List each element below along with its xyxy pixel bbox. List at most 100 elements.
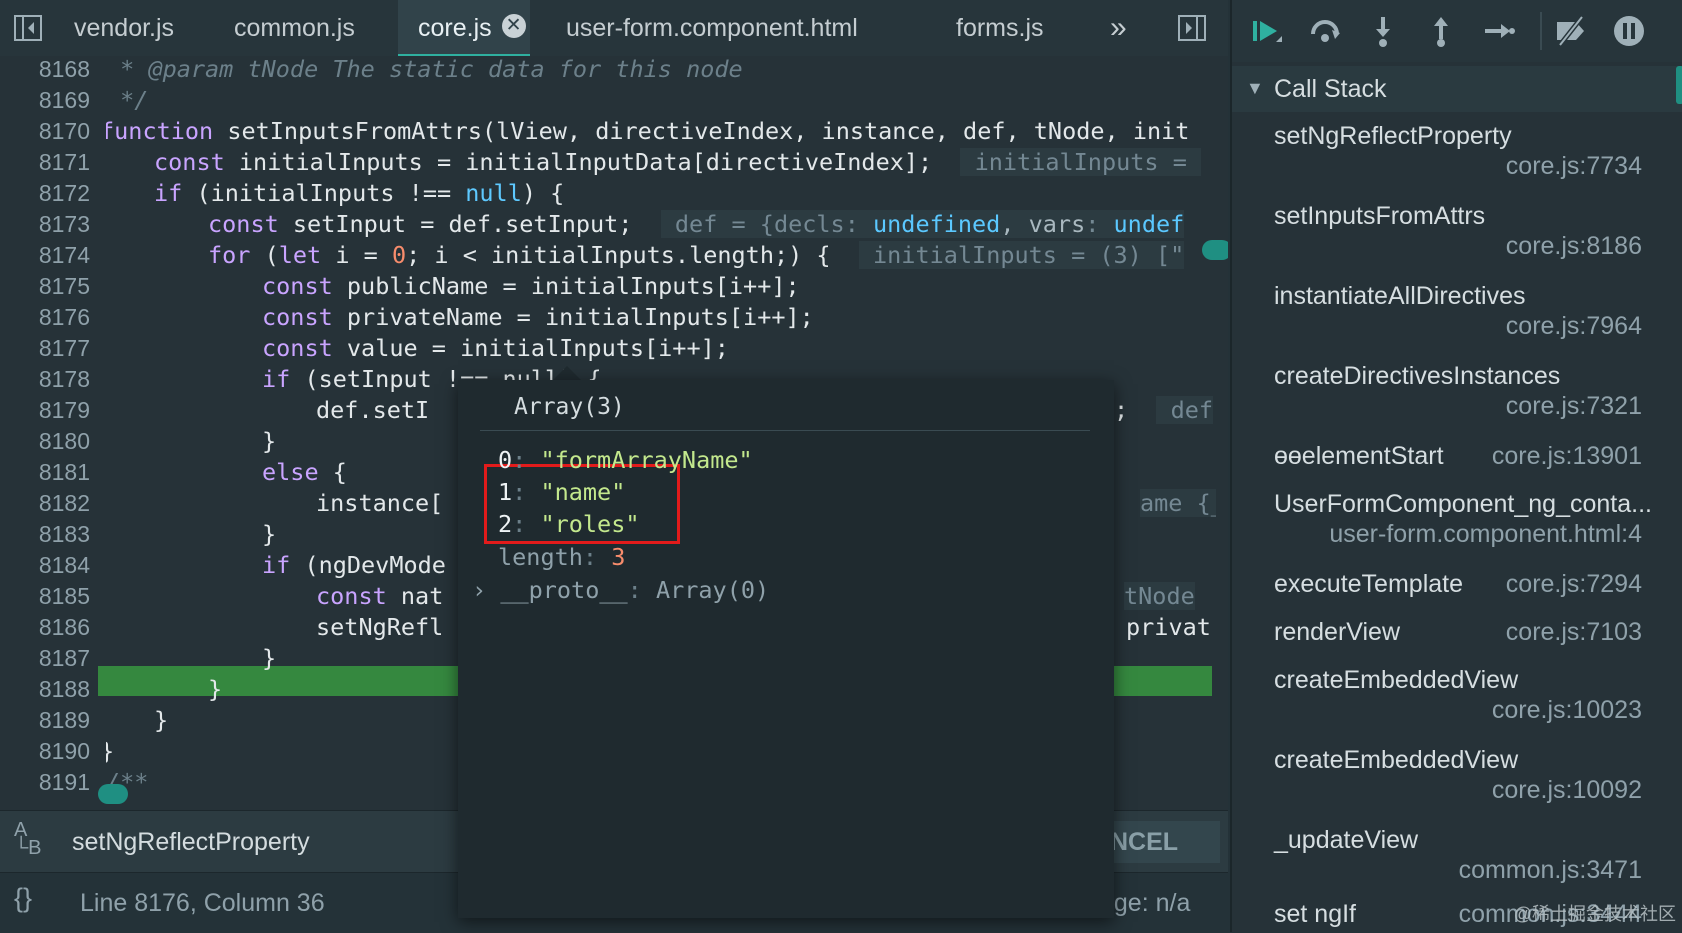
divider xyxy=(480,430,1090,431)
array-item[interactable]: 0: "formArrayName" xyxy=(498,446,753,474)
inline-value: def xyxy=(1156,396,1214,424)
frame-location: core.js:7964 xyxy=(1505,312,1642,340)
frame-name: createEmbeddedView xyxy=(1274,746,1519,774)
line-number[interactable]: 8179 xyxy=(0,397,90,424)
item-value: "formArrayName" xyxy=(540,446,753,474)
step-out-icon[interactable] xyxy=(1424,14,1458,48)
frame-name: createDirectivesInstances xyxy=(1274,362,1561,390)
code-text: setInputsFromAttrs(lView, directiveIndex… xyxy=(213,117,1190,145)
line-number[interactable]: 8170 xyxy=(0,118,90,145)
inline-value-text: def = {decls xyxy=(660,210,845,238)
line-number[interactable]: 8181 xyxy=(0,459,90,486)
line-number[interactable]: 8191 xyxy=(0,769,90,796)
inline-value: tNode xyxy=(1124,582,1195,610)
line-number[interactable]: 8189 xyxy=(0,707,90,734)
keyword: const xyxy=(262,334,333,362)
code-line-tail: ame {_pa xyxy=(1140,488,1216,519)
case-sensitive-icon[interactable]: A └B xyxy=(14,820,42,858)
line-number[interactable]: 8182 xyxy=(0,490,90,517)
pretty-print-icon[interactable]: {} xyxy=(14,883,32,914)
line-number-gutter[interactable]: 8168 8169 8170 8171 8172 8173 8174 8175 … xyxy=(0,56,96,810)
code-line: } xyxy=(262,519,276,550)
pause-on-exceptions-icon[interactable] xyxy=(1612,14,1646,48)
code-line-tail: ; def xyxy=(1114,395,1214,426)
inline-value-text: , vars xyxy=(1000,210,1086,238)
code-line: if (initialInputs !== null) { xyxy=(154,178,564,209)
array-item[interactable]: 2: "roles" xyxy=(498,510,640,538)
line-number[interactable]: 8183 xyxy=(0,521,90,548)
call-stack-title: Call Stack xyxy=(1274,75,1387,103)
line-number[interactable]: 8180 xyxy=(0,428,90,455)
item-key: 2 xyxy=(498,510,513,538)
line-number[interactable]: 8184 xyxy=(0,552,90,579)
debugger-panel: ▼ Call Stack setNgReflectProperty core.j… xyxy=(1230,0,1682,932)
frame-name: instantiateAllDirectives xyxy=(1274,282,1526,310)
step-into-icon[interactable] xyxy=(1366,14,1400,48)
line-number[interactable]: 8186 xyxy=(0,614,90,641)
tab-common-js[interactable]: common.js xyxy=(216,0,394,56)
line-number[interactable]: 8175 xyxy=(0,273,90,300)
code-text: } xyxy=(262,520,277,548)
deactivate-breakpoints-icon[interactable] xyxy=(1554,14,1588,48)
more-tabs-chevron-icon[interactable]: » xyxy=(1110,0,1127,56)
resume-icon[interactable] xyxy=(1250,14,1284,48)
array-item[interactable]: 1: "name" xyxy=(498,478,625,506)
search-input[interactable]: setNgReflectProperty xyxy=(72,811,310,873)
popover-arrow xyxy=(552,366,582,381)
code-text: } xyxy=(154,706,169,734)
line-number[interactable]: 8171 xyxy=(0,149,90,176)
code-text: } xyxy=(106,737,114,765)
inline-value: initialInputs = (3) [" xyxy=(858,241,1185,269)
frame-name: setInputsFromAttrs xyxy=(1274,202,1486,230)
code-line: for (let i = 0; i < initialInputs.length… xyxy=(208,240,1185,271)
line-number[interactable]: 8172 xyxy=(0,180,90,207)
code-text: i = xyxy=(321,241,392,269)
call-stack-header[interactable]: ▼ Call Stack xyxy=(1232,66,1682,112)
code-line: const initialInputs = initialInputData[d… xyxy=(154,147,1201,178)
step-over-icon[interactable] xyxy=(1308,14,1342,48)
code-line: } xyxy=(262,426,276,457)
proto-row[interactable]: › __proto__: Array(0) xyxy=(472,576,769,604)
scroll-marker[interactable] xyxy=(98,784,128,804)
line-number[interactable]: 8187 xyxy=(0,645,90,672)
toggle-navigator-icon[interactable] xyxy=(12,12,44,44)
frame-location: core.js:13901 xyxy=(1491,442,1642,470)
toggle-debugger-icon[interactable] xyxy=(1176,12,1208,44)
line-number[interactable]: 8178 xyxy=(0,366,90,393)
tab-label: core.js xyxy=(418,14,492,42)
line-number[interactable]: 8173 xyxy=(0,211,90,238)
code-text: (ngDevMode xyxy=(290,551,446,579)
line-number[interactable]: 8190 xyxy=(0,738,90,765)
comment-text: */ xyxy=(106,86,149,114)
item-value: 3 xyxy=(611,543,626,571)
line-number[interactable]: 8177 xyxy=(0,335,90,362)
frame-location: core.js:10023 xyxy=(1491,696,1642,724)
code-line: const value = initialInputs[i++]; xyxy=(262,333,729,364)
code-line: */ xyxy=(106,85,148,116)
inline-value-text: undefined xyxy=(873,210,1001,238)
frame-location: common.js:3471 xyxy=(1458,856,1642,884)
close-icon[interactable]: ✕ xyxy=(501,14,526,39)
scroll-marker[interactable] xyxy=(1202,240,1228,260)
tab-user-form-component-html[interactable]: user-form.component.html xyxy=(548,0,906,56)
line-number[interactable]: 8169 xyxy=(0,87,90,114)
step-icon[interactable] xyxy=(1482,14,1516,48)
frame-name: setNgReflectProperty xyxy=(1274,122,1512,150)
code-line: def.setI xyxy=(316,395,429,426)
tab-core-js[interactable]: core.js ✕ xyxy=(398,0,530,56)
line-number[interactable]: 8168 xyxy=(0,56,90,83)
line-number[interactable]: 8185 xyxy=(0,583,90,610)
code-text: { xyxy=(318,458,347,486)
tab-forms-js[interactable]: forms.js xyxy=(938,0,1084,56)
line-number[interactable]: 8174 xyxy=(0,242,90,269)
item-value: "name" xyxy=(540,478,626,506)
watermark: @稀土掘金技术社区 xyxy=(1513,904,1676,924)
scrollbar[interactable] xyxy=(1676,66,1682,104)
line-number[interactable]: 8176 xyxy=(0,304,90,331)
tab-vendor-js[interactable]: vendor.js xyxy=(58,0,208,56)
chevron-right-icon[interactable]: › xyxy=(472,576,486,604)
line-number[interactable]: 8188 xyxy=(0,676,90,703)
caret-down-icon[interactable]: ▼ xyxy=(1246,78,1264,99)
frame-name: executeTemplate xyxy=(1274,570,1464,598)
code-line: const nat xyxy=(316,581,443,612)
